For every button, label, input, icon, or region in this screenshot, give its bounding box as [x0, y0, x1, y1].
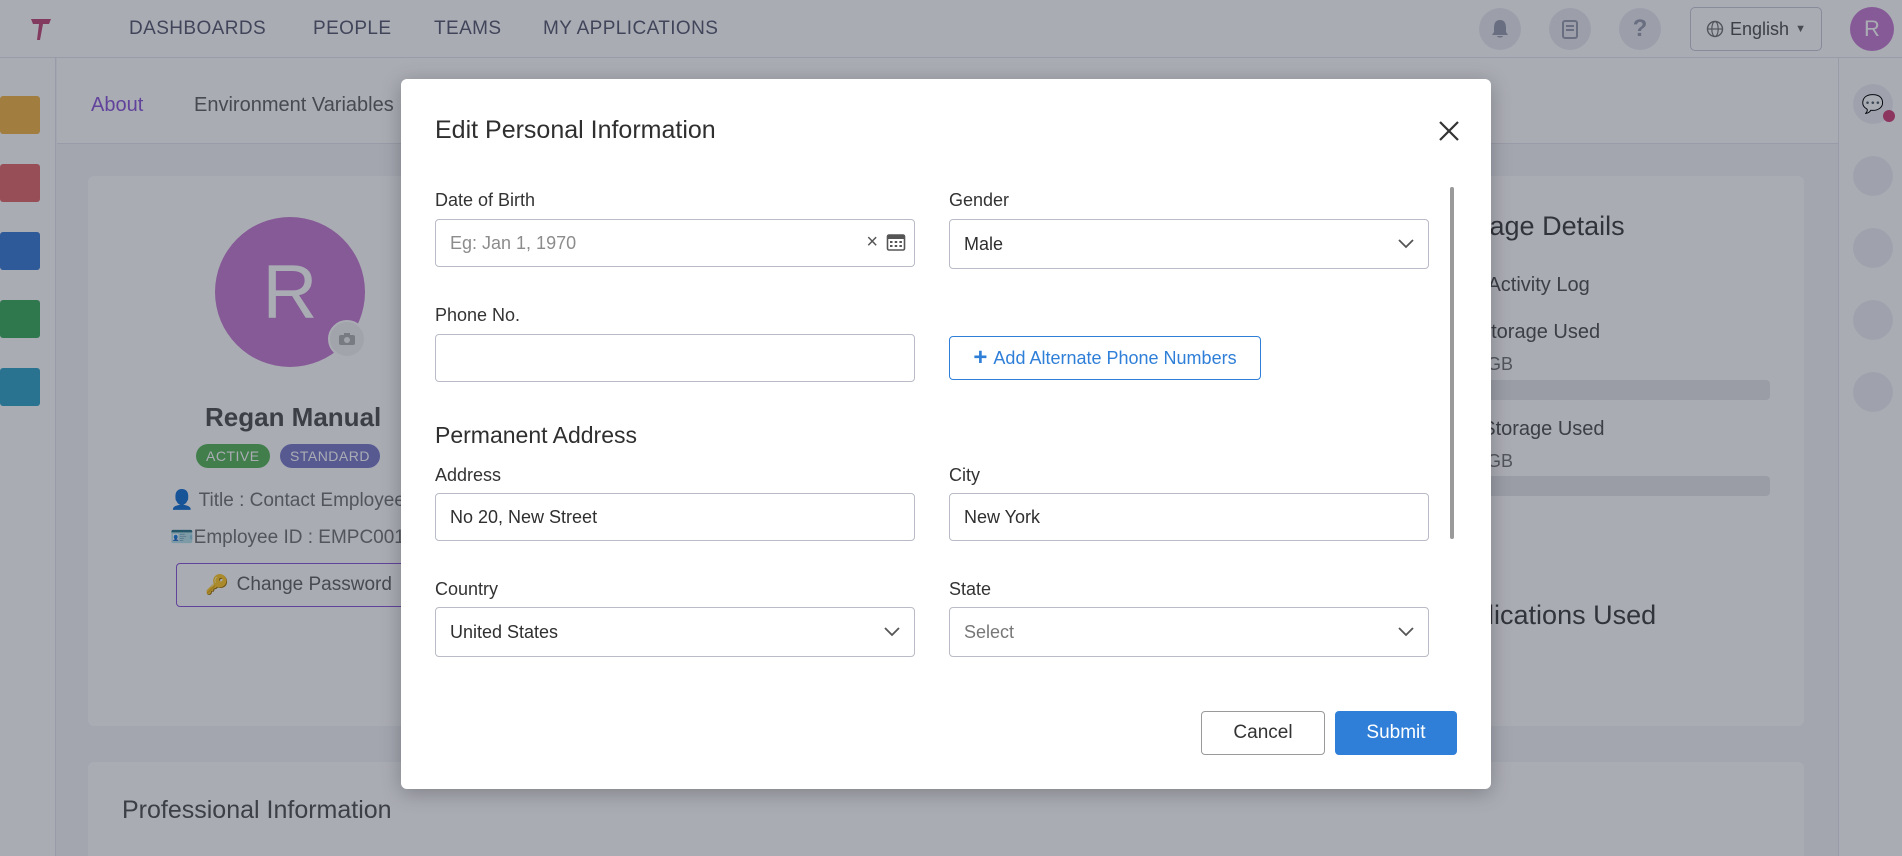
- cancel-button[interactable]: Cancel: [1201, 711, 1325, 755]
- country-label: Country: [435, 579, 499, 599]
- phone-field: [435, 334, 915, 382]
- address-label: Address: [435, 465, 502, 485]
- state-value: Select: [964, 621, 1015, 642]
- phone-label: Phone No.: [435, 305, 521, 325]
- modal-scrollbar-thumb[interactable]: [1450, 187, 1454, 539]
- dob-label: Date of Birth: [435, 190, 536, 210]
- phone-input[interactable]: [436, 335, 914, 381]
- clear-icon[interactable]: ×: [866, 232, 878, 252]
- gender-select[interactable]: Male: [949, 219, 1429, 269]
- state-label: State: [949, 579, 992, 599]
- close-button[interactable]: [1433, 115, 1465, 147]
- modal-title: Edit Personal Information: [435, 116, 716, 144]
- dob-field: ×: [435, 219, 915, 267]
- address-input[interactable]: [436, 494, 914, 540]
- add-alternate-phone-label: Add Alternate Phone Numbers: [993, 347, 1237, 368]
- city-field: [949, 493, 1429, 541]
- city-input[interactable]: [950, 494, 1428, 540]
- plus-icon: +: [973, 344, 988, 371]
- state-select[interactable]: Select: [949, 607, 1429, 657]
- address-field: [435, 493, 915, 541]
- submit-button[interactable]: Submit: [1335, 711, 1457, 755]
- gender-label: Gender: [949, 190, 1010, 210]
- city-label: City: [949, 465, 980, 485]
- country-select[interactable]: United States: [435, 607, 915, 657]
- country-value: United States: [450, 621, 559, 642]
- chevron-down-icon: [1398, 239, 1414, 249]
- calendar-icon[interactable]: [886, 232, 906, 252]
- chevron-down-icon: [884, 627, 900, 637]
- gender-value: Male: [964, 233, 1004, 254]
- dob-input[interactable]: [436, 220, 914, 266]
- permanent-address-heading: Permanent Address: [435, 422, 638, 448]
- close-icon: [1439, 121, 1459, 141]
- add-alternate-phone-button[interactable]: + Add Alternate Phone Numbers: [949, 336, 1261, 380]
- edit-personal-information-modal: Edit Personal Information Date of Birth …: [401, 79, 1491, 789]
- chevron-down-icon: [1398, 627, 1414, 637]
